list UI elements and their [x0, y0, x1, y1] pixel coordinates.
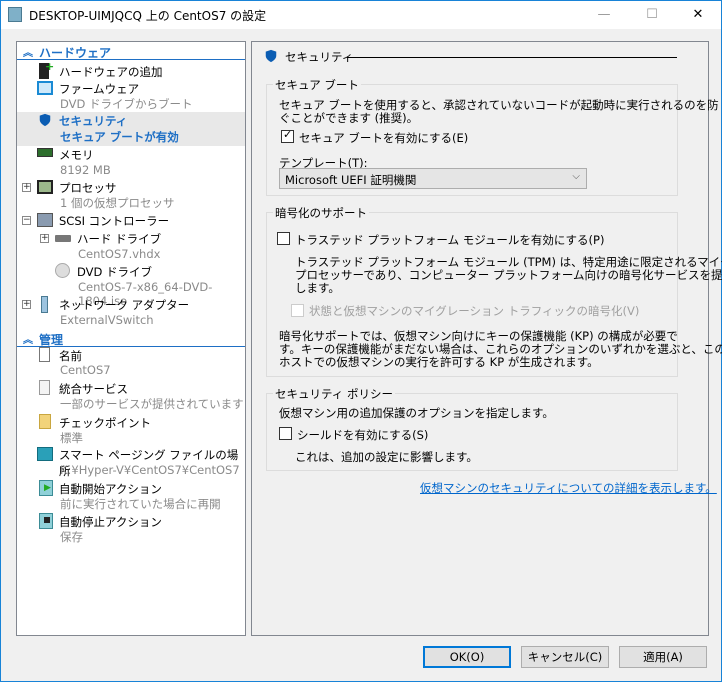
chevron-down-icon: ⌵ [572, 171, 580, 182]
processor-icon [37, 180, 53, 194]
tpm-checkbox[interactable] [277, 232, 290, 245]
shield-vm-checkbox-label[interactable]: シールドを有効にする(S) [297, 427, 428, 443]
sidebar-item-dvd-drive[interactable]: DVD ドライブ [77, 264, 152, 280]
apply-button[interactable]: 適用(A) [619, 646, 707, 668]
title-divider [347, 57, 677, 58]
sidebar-item-network-adapter[interactable]: ネットワーク アダプター [59, 297, 189, 313]
secure-boot-checkbox[interactable]: ✓ [281, 128, 294, 143]
hard-drive-icon [55, 235, 71, 242]
smart-paging-icon [37, 447, 53, 461]
security-details-link[interactable]: 仮想マシンのセキュリティについての詳細を表示します。 [420, 480, 717, 496]
template-select[interactable]: Microsoft UEFI 証明機関 ⌵ [279, 168, 587, 189]
sidebar-item-checkpoint[interactable]: チェックポイント [59, 415, 151, 431]
sidebar-item-hard-drive[interactable]: ハード ドライブ [77, 231, 161, 247]
close-button[interactable]: ✕ [675, 3, 721, 27]
firmware-icon [37, 81, 53, 95]
collapse-scsi[interactable]: − [22, 216, 31, 225]
shield-icon [39, 113, 51, 127]
migration-encryption-checkbox[interactable] [291, 304, 304, 317]
secure-boot-checkbox-label[interactable]: セキュア ブートを有効にする(E) [299, 130, 468, 146]
integration-services-icon [39, 380, 50, 395]
collapse-icon: ︽ [23, 48, 33, 59]
sidebar-item-firmware[interactable]: ファームウェア [59, 81, 139, 97]
encryption-group: 暗号化のサポート トラステッド プラットフォーム モジュールを有効にする(P) … [266, 205, 722, 377]
sidebar-item-add-hardware[interactable]: ハードウェアの追加 [59, 64, 163, 80]
sidebar-item-integration-services[interactable]: 統合サービス [59, 381, 128, 397]
collapse-icon: ︽ [23, 335, 33, 346]
title-bar: DESKTOP-UIMJQCQ 上の CentOS7 の設定 — ☐ ✕ [1, 1, 721, 29]
sidebar-item-processor[interactable]: プロセッサ [59, 180, 117, 196]
ok-button[interactable]: OK(O) [423, 646, 511, 668]
expand-processor[interactable]: + [22, 183, 31, 192]
secure-boot-group: セキュア ブート セキュア ブートを使用すると、承認されていないコードが起動時に… [266, 77, 719, 196]
memory-icon [37, 148, 53, 157]
vm-settings-icon [8, 7, 22, 22]
expand-hard-drive[interactable]: + [40, 234, 49, 243]
expand-network-adapter[interactable]: + [22, 300, 31, 309]
dvd-drive-icon [55, 263, 70, 278]
settings-panel: セキュリティ セキュア ブート セキュア ブートを使用すると、承認されていないコ… [251, 41, 722, 636]
sidebar-item-name[interactable]: 名前 [59, 348, 82, 364]
panel-title: セキュリティ [285, 50, 354, 64]
sidebar-item-auto-stop[interactable]: 自動停止アクション [59, 514, 162, 530]
name-icon [39, 347, 50, 362]
add-hardware-icon: + [39, 60, 54, 79]
tpm-checkbox-label[interactable]: トラステッド プラットフォーム モジュールを有効にする(P) [295, 232, 604, 248]
sidebar-item-scsi-controller[interactable]: SCSI コントローラー [59, 213, 169, 229]
security-policy-group: セキュリティ ポリシー 仮想マシン用の追加保護のオプションを指定します。 シール… [266, 386, 678, 471]
settings-tree: ︽ ハードウェア + ハードウェアの追加 ファームウェア DVD ドライブからブー… [16, 41, 246, 636]
maximize-button[interactable]: ☐ [629, 3, 675, 27]
hardware-section-header[interactable]: ︽ ハードウェア [17, 43, 245, 60]
sidebar-item-memory[interactable]: メモリ [59, 147, 94, 163]
auto-stop-icon [39, 513, 53, 529]
sidebar-item-security[interactable]: セキュリティ [59, 113, 127, 129]
auto-start-icon: ▶ [39, 480, 53, 496]
window-title: DESKTOP-UIMJQCQ 上の CentOS7 の設定 [29, 9, 267, 23]
network-adapter-icon [41, 296, 48, 313]
shield-vm-checkbox[interactable] [279, 427, 292, 440]
settings-window: DESKTOP-UIMJQCQ 上の CentOS7 の設定 — ☐ ✕ ︽ ハー… [0, 0, 722, 682]
shield-icon [265, 49, 277, 63]
scsi-controller-icon [37, 213, 53, 227]
minimize-button[interactable]: — [581, 3, 627, 27]
checkpoint-icon [39, 414, 51, 429]
management-section-header[interactable]: ︽ 管理 [17, 330, 245, 347]
cancel-button[interactable]: キャンセル(C) [521, 646, 609, 668]
sidebar-item-auto-start[interactable]: 自動開始アクション [59, 481, 162, 497]
